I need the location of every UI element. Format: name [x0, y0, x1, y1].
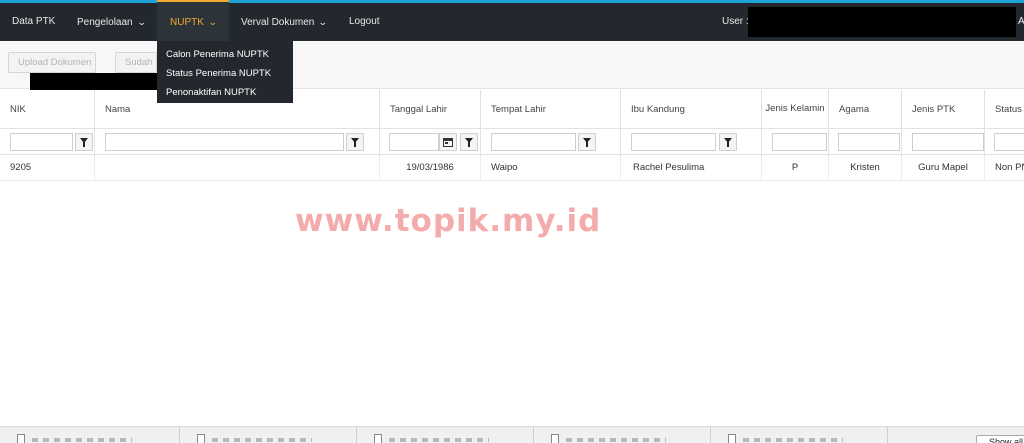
filter-cell-nik	[0, 129, 95, 155]
nav-verval-label: Verval Dokumen	[241, 17, 315, 28]
filter-cell-status	[985, 129, 1024, 155]
cell-nama	[95, 155, 380, 181]
user-label: User :	[722, 16, 749, 27]
nav-pengelolaan[interactable]: Pengelolaan ⌄	[77, 3, 147, 41]
menu-item-calon-penerima[interactable]: Calon Penerima NUPTK	[157, 45, 293, 64]
nav-verval-dokumen[interactable]: Verval Dokumen ⌄	[241, 3, 329, 41]
cell-jenis-ptk: Guru Mapel	[902, 155, 985, 181]
table-row[interactable]: 9205 19/03/1986 Waipo Rachel Pesulima P …	[0, 155, 1024, 181]
filter-input-tempat-lahir[interactable]	[491, 133, 576, 151]
filter-cell-nama	[95, 129, 380, 155]
document-icon	[374, 434, 382, 443]
download-item[interactable]	[711, 427, 888, 443]
column-header-ibu-kandung[interactable]: Ibu Kandung	[621, 90, 762, 129]
filter-cell-ibu-kandung	[621, 129, 762, 155]
nav-nuptk[interactable]: NUPTK ⌄	[157, 0, 230, 41]
filter-icon[interactable]	[75, 133, 93, 151]
sudah-button[interactable]: Sudah	[115, 52, 157, 73]
filter-input-jenis-kelamin[interactable]	[772, 133, 827, 151]
chevron-down-icon: ⌄	[318, 17, 329, 27]
cell-nik: 9205	[0, 155, 95, 181]
document-icon	[728, 434, 736, 443]
nav-nuptk-label: NUPTK	[170, 17, 204, 28]
filter-input-nama[interactable]	[105, 133, 344, 151]
column-header-tanggal-lahir[interactable]: Tanggal Lahir	[380, 90, 481, 129]
filter-icon[interactable]	[719, 133, 737, 151]
column-header-tempat-lahir[interactable]: Tempat Lahir	[481, 90, 621, 129]
filter-input-agama[interactable]	[838, 133, 900, 151]
document-icon	[551, 434, 559, 443]
nav-data-ptk-label: Data PTK	[12, 16, 56, 27]
show-all-button[interactable]: Show all	[976, 435, 1024, 443]
document-icon	[197, 434, 205, 443]
chevron-down-icon: ⌄	[207, 17, 218, 27]
upload-dokumen-button[interactable]: Upload Dokumen	[8, 52, 96, 73]
filter-cell-tempat-lahir	[481, 129, 621, 155]
filter-cell-jenis-ptk	[902, 129, 985, 155]
download-item[interactable]	[0, 427, 180, 443]
column-header-agama[interactable]: Agama	[829, 90, 902, 129]
column-header-jenis-ptk[interactable]: Jenis PTK	[902, 90, 985, 129]
column-header-status[interactable]: Status	[985, 90, 1024, 129]
filter-input-jenis-ptk[interactable]	[912, 133, 984, 151]
nav-pengelolaan-label: Pengelolaan	[77, 17, 133, 28]
filter-cell-agama	[829, 129, 902, 155]
cell-status: Non PNS	[995, 162, 1024, 173]
cell-tanggal-lahir: 19/03/1986	[380, 155, 481, 181]
download-item[interactable]	[180, 427, 357, 443]
menu-item-status-penerima[interactable]: Status Penerima NUPTK	[157, 64, 293, 83]
nuptk-dropdown-menu: Calon Penerima NUPTK Status Penerima NUP…	[157, 41, 293, 103]
cell-agama: Kristen	[829, 155, 902, 181]
filter-icon[interactable]	[460, 133, 478, 151]
document-icon	[17, 434, 25, 443]
download-item[interactable]	[357, 427, 534, 443]
nav-logout[interactable]: Logout	[349, 3, 380, 41]
chevron-down-icon: ⌄	[136, 17, 147, 27]
cell-ibu-kandung: Rachel Pesulima	[621, 155, 762, 181]
calendar-icon[interactable]	[439, 133, 457, 151]
cell-tempat-lahir: Waipo	[481, 155, 621, 181]
top-navbar: Data PTK Pengelolaan ⌄ NUPTK ⌄ Verval Doku…	[0, 0, 1024, 65]
ptk-grid: NIK Nama Tanggal Lahir Tempat Lahir Ibu …	[0, 90, 1024, 426]
filter-cell-tanggal-lahir	[380, 129, 481, 155]
filter-icon[interactable]	[578, 133, 596, 151]
filter-input-tanggal-lahir[interactable]	[389, 133, 439, 151]
filter-row	[0, 129, 1024, 155]
filter-input-ibu-kandung[interactable]	[631, 133, 716, 151]
column-header-jenis-kelamin[interactable]: Jenis Kelamin	[762, 90, 829, 129]
filter-input-nik[interactable]	[10, 133, 73, 151]
filter-cell-jenis-kelamin	[762, 129, 829, 155]
nav-logout-label: Logout	[349, 16, 380, 27]
watermark-text: www.topik.my.id	[295, 203, 602, 239]
redacted-username	[748, 7, 1016, 37]
menu-item-penonaktifan[interactable]: Penonaktifan NUPTK	[157, 83, 293, 102]
filter-input-status[interactable]	[994, 133, 1024, 151]
column-header-nik[interactable]: NIK	[0, 90, 95, 129]
filter-icon[interactable]	[346, 133, 364, 151]
download-item[interactable]	[534, 427, 711, 443]
nav-data-ptk[interactable]: Data PTK	[12, 3, 55, 41]
user-name-tail: A A	[1018, 16, 1024, 65]
download-bar: Show all	[0, 426, 1024, 443]
cell-jenis-kelamin: P	[762, 155, 829, 181]
